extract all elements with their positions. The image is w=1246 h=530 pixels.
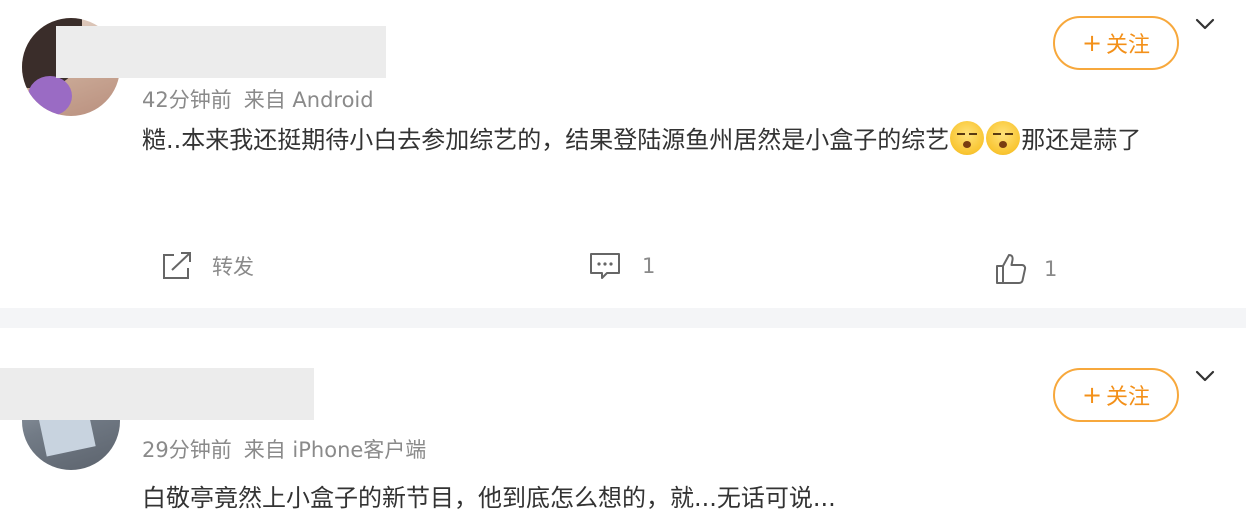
post-meta: 42分钟前 来自 Android (142, 84, 374, 114)
comment-button[interactable]: 1 (588, 250, 655, 282)
chevron-down-icon[interactable] (1193, 364, 1217, 388)
speechless-emoji-icon (950, 121, 985, 155)
username-redacted (0, 368, 314, 420)
chevron-down-icon[interactable] (1193, 12, 1217, 36)
post-time: 42分钟前 (142, 88, 232, 112)
repost-button[interactable]: 转发 (160, 250, 254, 282)
comment-card-1: 42分钟前 来自 Android 糙..本来我还挺期待小白去参加综艺的，结果登陆源… (0, 0, 1246, 308)
speechless-emoji-icon (986, 121, 1021, 155)
repost-label: 转发 (212, 255, 254, 279)
post-text: 糙..本来我还挺期待小白去参加综艺的，结果登陆源鱼州居然是小盒子的综艺 (142, 126, 950, 154)
follow-label: 关注 (1106, 385, 1151, 410)
section-divider (0, 308, 1246, 328)
post-content: 白敬亭竟然上小盒子的新节目，他到底怎么想的，就...无话可说... (142, 476, 1222, 520)
post-text-tail: 那还是蒜了 (1021, 126, 1142, 154)
comment-icon (590, 253, 620, 279)
comment-card-2: 29分钟前 来自 iPhone客户端 白敬亭竟然上小盒子的新节目，他到底怎么想的，… (0, 328, 1246, 530)
plus-icon: + (1081, 29, 1103, 57)
post-time: 29分钟前 (142, 438, 232, 462)
username-redacted (56, 26, 386, 78)
repost-icon (163, 252, 191, 279)
post-text: 白敬亭竟然上小盒子的新节目，他到底怎么想的，就...无话可说... (142, 484, 836, 512)
thumbs-up-icon (996, 254, 1027, 284)
like-button[interactable]: 1 (994, 252, 1057, 286)
comment-count: 1 (642, 254, 656, 278)
post-source: 来自 Android (243, 88, 374, 112)
post-content: 糙..本来我还挺期待小白去参加综艺的，结果登陆源鱼州居然是小盒子的综艺 那还是蒜了 (142, 118, 1222, 162)
follow-label: 关注 (1106, 33, 1151, 58)
follow-button[interactable]: + 关注 (1053, 16, 1179, 70)
avatar-clothing (28, 76, 72, 116)
like-count: 1 (1044, 257, 1058, 281)
follow-button[interactable]: + 关注 (1053, 368, 1179, 422)
plus-icon: + (1081, 381, 1103, 409)
post-source: 来自 iPhone客户端 (243, 438, 427, 462)
post-meta: 29分钟前 来自 iPhone客户端 (142, 434, 426, 464)
